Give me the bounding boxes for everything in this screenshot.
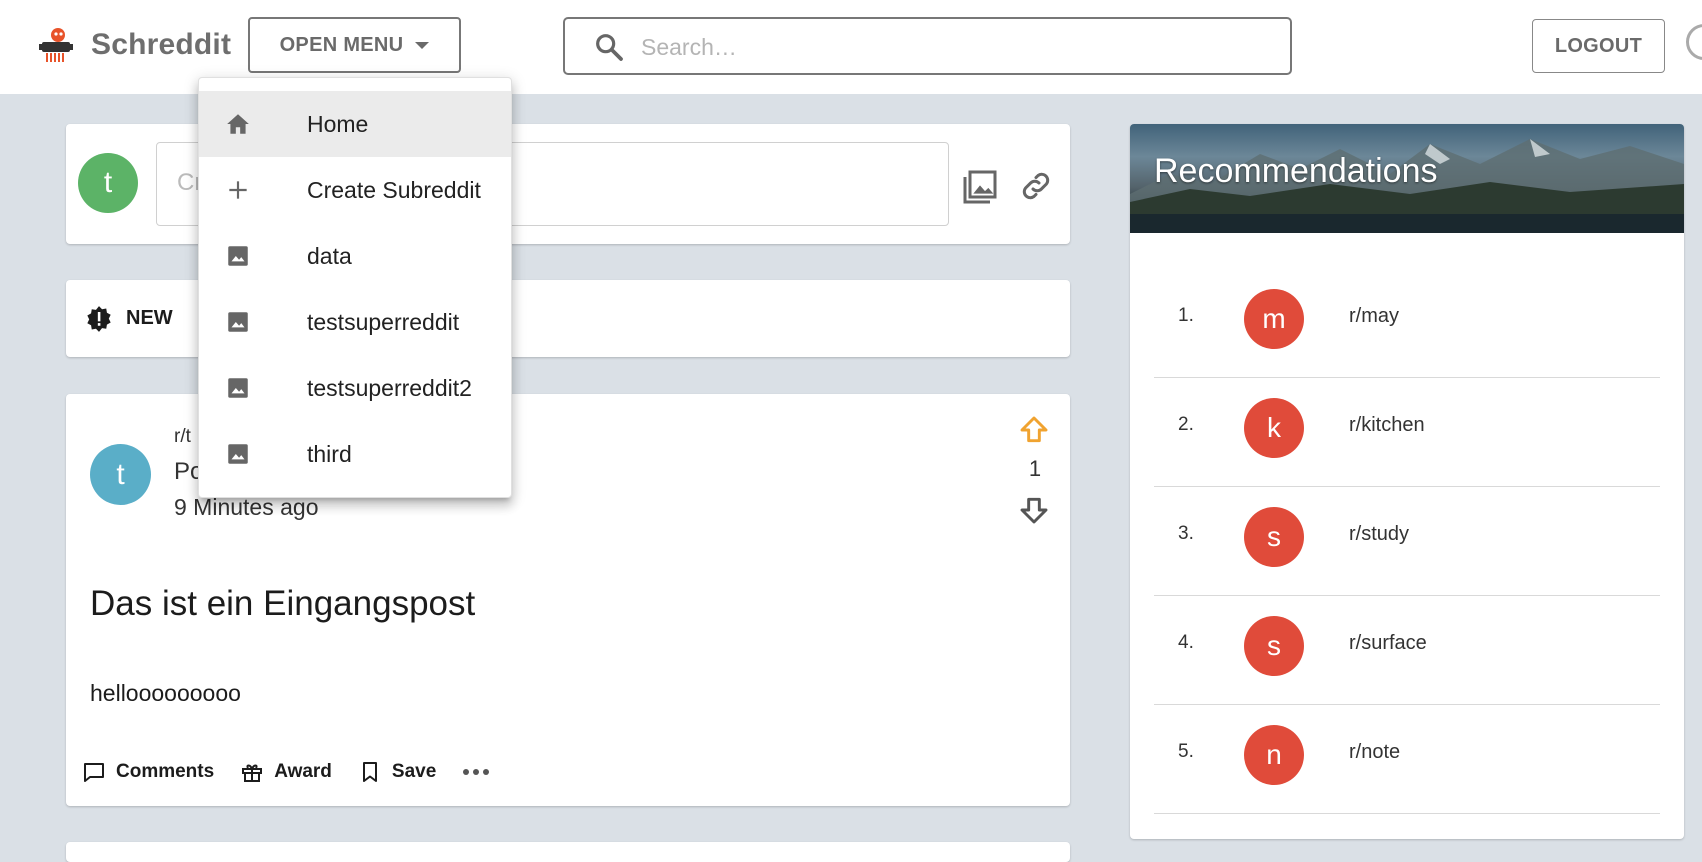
image-icon bbox=[228, 246, 248, 266]
comments-button[interactable]: Comments bbox=[82, 760, 214, 784]
list-item[interactable]: 5. n r/note bbox=[1154, 705, 1660, 814]
recommendations-title: Recommendations bbox=[1154, 152, 1438, 190]
menu-item-testsuperreddit[interactable]: testsuperreddit bbox=[199, 289, 511, 355]
list-item[interactable]: 2. k r/kitchen bbox=[1154, 378, 1660, 487]
avatar: s bbox=[1244, 616, 1304, 676]
downvote-arrow-icon[interactable] bbox=[1018, 494, 1050, 526]
post-actions: Comments Award Save bbox=[82, 756, 490, 788]
search-input[interactable] bbox=[639, 27, 1263, 67]
subreddit-link[interactable]: r/kitchen bbox=[1349, 414, 1425, 437]
upvote-arrow-icon[interactable] bbox=[1018, 414, 1050, 446]
gift-icon bbox=[242, 764, 263, 782]
recommendations-list: 1. m r/may 2. k r/kitchen 3. s r/study 4… bbox=[1154, 269, 1660, 814]
menu-item-label: testsuperreddit2 bbox=[307, 375, 472, 401]
schreddit-logo-icon[interactable] bbox=[38, 26, 74, 64]
next-post-card bbox=[66, 842, 1070, 862]
rank-number: 1. bbox=[1178, 305, 1194, 326]
avatar[interactable]: t bbox=[78, 153, 138, 213]
rank-number: 5. bbox=[1178, 741, 1194, 762]
menu-item-label: Home bbox=[307, 111, 369, 137]
image-upload-icon[interactable] bbox=[960, 167, 1000, 207]
list-item[interactable]: 3. s r/study bbox=[1154, 487, 1660, 596]
subreddit-link[interactable]: r/may bbox=[1349, 305, 1399, 328]
avatar: s bbox=[1244, 507, 1304, 567]
sort-new-button[interactable]: NEW bbox=[126, 307, 173, 330]
image-icon bbox=[228, 444, 248, 464]
menu-item-label: third bbox=[307, 441, 352, 467]
post-subreddit[interactable]: r/t bbox=[174, 426, 191, 448]
more-options-icon[interactable] bbox=[462, 767, 490, 777]
save-button[interactable]: Save bbox=[358, 760, 436, 784]
menu-item-data[interactable]: data bbox=[199, 223, 511, 289]
menu-item-label: testsuperreddit bbox=[307, 309, 460, 335]
menu-item-label: Create Subreddit bbox=[307, 177, 481, 203]
subreddit-link[interactable]: r/surface bbox=[1349, 632, 1427, 655]
link-icon[interactable] bbox=[1018, 168, 1054, 204]
rank-number: 3. bbox=[1178, 523, 1194, 544]
post-body: hellooooooooo bbox=[90, 680, 241, 706]
home-icon bbox=[227, 114, 249, 134]
bookmark-icon bbox=[362, 762, 377, 782]
plus-icon bbox=[229, 181, 247, 199]
navigation-menu: Home Create Subreddit data testsuperredd… bbox=[198, 77, 512, 498]
avatar: n bbox=[1244, 725, 1304, 785]
open-menu-label: OPEN MENU bbox=[279, 33, 404, 56]
recommendations-banner: Recommendations bbox=[1130, 124, 1684, 233]
menu-item-third[interactable]: third bbox=[199, 421, 511, 487]
open-menu-button[interactable]: OPEN MENU bbox=[248, 17, 461, 73]
save-label: Save bbox=[391, 761, 437, 782]
menu-item-testsuperreddit2[interactable]: testsuperreddit2 bbox=[199, 355, 511, 421]
post-time: 9 Minutes ago bbox=[174, 494, 319, 520]
image-icon bbox=[228, 378, 248, 398]
comments-label: Comments bbox=[116, 761, 215, 782]
recommendations-card: Recommendations 1. m r/may 2. k r/kitche… bbox=[1130, 124, 1684, 839]
rank-number: 2. bbox=[1178, 414, 1194, 435]
avatar[interactable]: t bbox=[90, 444, 151, 505]
menu-item-create-subreddit[interactable]: Create Subreddit bbox=[199, 157, 511, 223]
caret-down-icon bbox=[415, 41, 430, 49]
subreddit-link[interactable]: r/study bbox=[1349, 523, 1409, 546]
list-item[interactable]: 4. s r/surface bbox=[1154, 596, 1660, 705]
new-badge-icon bbox=[87, 306, 111, 332]
avatar: k bbox=[1244, 398, 1304, 458]
subreddit-link[interactable]: r/note bbox=[1349, 741, 1400, 764]
menu-item-label: data bbox=[307, 243, 352, 269]
search-bar bbox=[563, 17, 1292, 75]
rank-number: 4. bbox=[1178, 632, 1194, 653]
search-icon bbox=[596, 34, 623, 61]
vote-count: 1 bbox=[1028, 456, 1042, 481]
avatar: m bbox=[1244, 289, 1304, 349]
image-icon bbox=[228, 312, 248, 332]
post-title[interactable]: Das ist ein Eingangspost bbox=[90, 584, 475, 624]
brand-name[interactable]: Schreddit bbox=[91, 28, 231, 62]
account-icon[interactable] bbox=[1686, 24, 1702, 60]
list-item[interactable]: 1. m r/may bbox=[1154, 269, 1660, 378]
award-label: Award bbox=[274, 761, 332, 782]
award-button[interactable]: Award bbox=[240, 760, 332, 784]
menu-item-home[interactable]: Home bbox=[199, 91, 511, 157]
comment-icon bbox=[84, 763, 104, 782]
logout-button[interactable]: LOGOUT bbox=[1532, 19, 1665, 73]
